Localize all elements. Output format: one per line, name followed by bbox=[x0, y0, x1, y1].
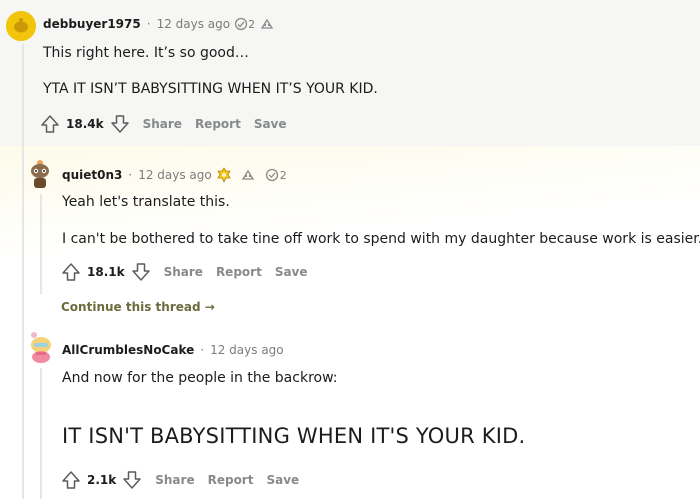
downvote-icon[interactable] bbox=[131, 262, 151, 282]
award-icon bbox=[265, 168, 278, 182]
comment-actions: 2.1k Share Report Save bbox=[61, 470, 299, 490]
separator: · bbox=[200, 343, 205, 357]
thread-line[interactable] bbox=[40, 194, 42, 294]
snoo-avatar-icon bbox=[6, 11, 36, 41]
snoo-avatar-icon bbox=[31, 160, 49, 188]
comment-header: debbuyer1975 · 12 days ago 2 bbox=[43, 17, 275, 31]
award-icon bbox=[241, 169, 254, 180]
upvote-icon[interactable] bbox=[40, 114, 60, 134]
snoo-avatar-icon bbox=[31, 332, 51, 363]
award[interactable] bbox=[240, 168, 256, 182]
upvote-icon[interactable] bbox=[61, 470, 81, 490]
save-button[interactable]: Save bbox=[275, 265, 308, 279]
share-button[interactable]: Share bbox=[143, 117, 182, 131]
award-icon bbox=[234, 17, 248, 31]
avatar[interactable] bbox=[26, 157, 54, 189]
award[interactable]: 2 bbox=[264, 168, 287, 182]
vote-score: 2.1k bbox=[87, 473, 117, 487]
comment-text: IT ISN'T BABYSITTING WHEN IT'S YOUR KID. bbox=[62, 424, 526, 448]
separator: · bbox=[128, 168, 133, 182]
save-button[interactable]: Save bbox=[266, 473, 299, 487]
share-button[interactable]: Share bbox=[155, 473, 194, 487]
vote-score: 18.1k bbox=[87, 265, 125, 279]
award-count: 2 bbox=[279, 168, 287, 182]
award[interactable] bbox=[259, 17, 275, 31]
award[interactable] bbox=[216, 167, 232, 183]
award[interactable]: 2 bbox=[234, 17, 255, 31]
separator: · bbox=[146, 17, 151, 31]
report-button[interactable]: Report bbox=[216, 265, 262, 279]
upvote-icon[interactable] bbox=[61, 262, 81, 282]
award-icon bbox=[260, 18, 274, 29]
award-icon bbox=[217, 167, 231, 183]
save-button[interactable]: Save bbox=[254, 117, 287, 131]
avatar[interactable] bbox=[26, 330, 56, 364]
comment-text: I can't be bothered to take tine off wor… bbox=[62, 231, 700, 247]
timestamp[interactable]: 12 days ago bbox=[138, 168, 212, 182]
downvote-icon[interactable] bbox=[122, 470, 142, 490]
comment-header: quiet0n3 · 12 days ago 2 bbox=[62, 167, 287, 183]
downvote-icon[interactable] bbox=[110, 114, 130, 134]
username[interactable]: AllCrumblesNoCake bbox=[62, 343, 194, 357]
comment-text: YTA IT ISN’T BABYSITTING WHEN IT’S YOUR … bbox=[43, 81, 378, 97]
thread-line[interactable] bbox=[22, 44, 24, 499]
username[interactable]: debbuyer1975 bbox=[43, 17, 141, 31]
report-button[interactable]: Report bbox=[208, 473, 254, 487]
award-count: 2 bbox=[248, 17, 256, 31]
timestamp[interactable]: 12 days ago bbox=[157, 17, 231, 31]
continue-thread-link[interactable]: Continue this thread → bbox=[61, 300, 215, 314]
timestamp[interactable]: 12 days ago bbox=[210, 343, 284, 357]
comment-text: Yeah let's translate this. bbox=[62, 194, 230, 210]
username[interactable]: quiet0n3 bbox=[62, 168, 122, 182]
avatar[interactable] bbox=[6, 11, 36, 41]
report-button[interactable]: Report bbox=[195, 117, 241, 131]
comment-actions: 18.4k Share Report Save bbox=[40, 114, 287, 134]
thread-line[interactable] bbox=[40, 368, 42, 499]
share-button[interactable]: Share bbox=[164, 265, 203, 279]
comment-actions: 18.1k Share Report Save bbox=[61, 262, 308, 282]
comment-header: AllCrumblesNoCake · 12 days ago bbox=[62, 343, 284, 357]
vote-score: 18.4k bbox=[66, 117, 104, 131]
comment-text: And now for the people in the backrow: bbox=[62, 370, 338, 386]
comment-text: This right here. It’s so good… bbox=[43, 45, 249, 61]
